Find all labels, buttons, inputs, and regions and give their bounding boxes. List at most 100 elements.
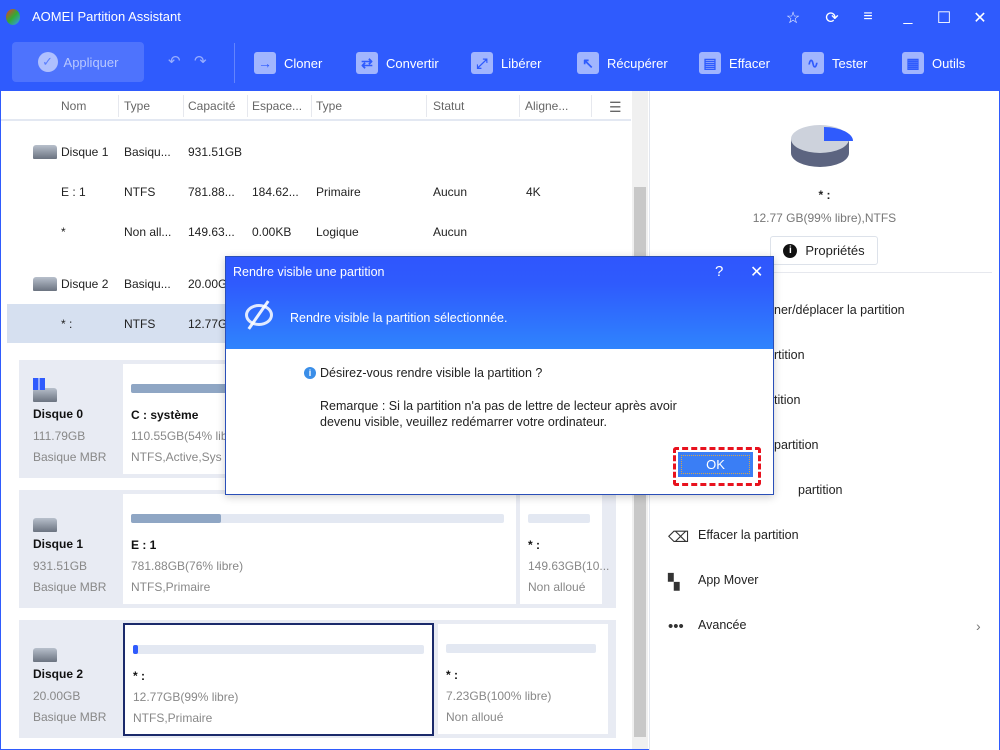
table-cell: Basiqu... <box>124 145 171 159</box>
disk-card[interactable]: Disque 1 931.51GB Basique MBR E : 1 781.… <box>19 490 616 608</box>
table-cell: E : 1 <box>61 185 86 199</box>
free-button[interactable]: ⤢ Libérer <box>471 35 541 91</box>
table-cell: 781.88... <box>188 185 235 199</box>
check-icon: ✓ <box>37 52 58 72</box>
column-header[interactable]: Capacité <box>188 99 235 113</box>
disk-icon <box>33 145 57 159</box>
operation-item[interactable]: ••• Avancée › <box>650 618 999 638</box>
disk-icon <box>33 518 57 532</box>
partition-block[interactable]: * : 12.77GB(99% libre) NTFS,Primaire <box>123 623 434 736</box>
grid-icon: ▦ <box>902 52 924 74</box>
table-cell: * : <box>61 317 73 331</box>
partition-block[interactable]: * : 7.23GB(100% libre) Non alloué <box>438 624 608 734</box>
table-cell: 184.62... <box>252 185 299 199</box>
windows-logo-icon <box>33 378 45 390</box>
column-settings-icon[interactable]: ☰ <box>609 99 622 116</box>
operation-item[interactable]: ▚ App Mover <box>650 573 999 593</box>
operation-label: Avancée <box>698 618 747 632</box>
disk-size: 111.79GB <box>33 429 86 443</box>
partition-fs: Non alloué <box>528 580 586 594</box>
wipe-button[interactable]: ▤ Effacer <box>699 35 770 91</box>
close-icon[interactable]: ✕ <box>970 8 990 28</box>
table-cell: Aucun <box>433 225 468 239</box>
operation-label: partition <box>798 483 843 497</box>
info-icon: i <box>783 243 798 258</box>
recover-button[interactable]: ↖ Récupérer <box>577 35 668 91</box>
properties-button[interactable]: i Propriétés <box>770 236 878 265</box>
dialog-close-icon[interactable]: ✕ <box>750 262 763 282</box>
table-row[interactable]: E : 1 NTFS 781.88... 184.62... Primaire Aucun… <box>1 182 631 202</box>
column-header[interactable]: Type <box>316 99 342 113</box>
table-cell: Primaire <box>316 185 361 199</box>
operation-label: partition <box>774 438 819 452</box>
app-title: AOMEI Partition Assistant <box>32 9 181 24</box>
partition-fs: NTFS,Primaire <box>133 711 213 725</box>
ok-button[interactable]: OK <box>678 452 753 477</box>
convert-button[interactable]: ⇄ Convertir <box>356 35 439 91</box>
disk-icon <box>33 277 57 291</box>
operation-item[interactable]: ⌫ Effacer la partition <box>650 528 999 548</box>
menu-icon[interactable]: ≡ <box>858 8 878 26</box>
table-cell: Disque 1 <box>61 145 109 159</box>
table-cell: NTFS <box>124 317 156 331</box>
pulse-icon: ∿ <box>802 52 824 74</box>
app-mover-icon: ▚ <box>668 574 680 591</box>
chevron-right-icon: › <box>976 618 981 634</box>
tools-button[interactable]: ▦ Outils <box>902 35 965 91</box>
recover-icon: ↖ <box>577 52 599 74</box>
undo-icon[interactable]: ↶ <box>168 52 181 70</box>
partition-fs: NTFS,Active,Sys <box>131 450 222 464</box>
partition-info: 7.23GB(100% libre) <box>446 689 552 703</box>
partition-label: E : 1 <box>131 538 157 552</box>
partition-info: 12.77 GB(99% libre),NTFS <box>752 211 897 225</box>
clone-button[interactable]: → Cloner <box>254 35 322 91</box>
table-row[interactable]: * Non all... 149.63... 0.00KB Logique Aucun <box>1 222 631 242</box>
partition-block[interactable]: * : 149.63GB(10... Non alloué <box>520 494 609 604</box>
table-row[interactable]: Disque 1 Basiqu... 931.51GB <box>1 142 631 162</box>
disk-card[interactable]: Disque 2 20.00GB Basique MBR * : 12.77GB… <box>19 620 616 738</box>
partition-label: * : <box>446 668 458 682</box>
table-cell: 931.51GB <box>188 145 243 159</box>
table-cell: Disque 2 <box>61 277 109 291</box>
partition-info: 781.88GB(76% libre) <box>131 559 244 573</box>
partition-block[interactable]: E : 1 781.88GB(76% libre) NTFS,Primaire <box>123 494 516 604</box>
table-cell: Non all... <box>124 225 172 239</box>
column-header[interactable]: Aligne... <box>525 99 568 113</box>
title-bar: AOMEI Partition Assistant ☆ ⟳ ≡ _ ☐ ✕ <box>0 0 1000 35</box>
disk-icon <box>33 648 57 662</box>
star-icon[interactable]: ☆ <box>783 8 803 28</box>
disk-name: Disque 2 <box>33 667 84 681</box>
unhide-partition-dialog: Rendre visible une partition ? ✕ Rendre … <box>225 256 774 495</box>
redo-icon[interactable]: ↷ <box>194 52 207 70</box>
disk-name: Disque 0 <box>33 407 84 421</box>
table-cell: 0.00KB <box>252 225 292 239</box>
table-cell: 20.00G <box>188 277 228 291</box>
refresh-icon[interactable]: ⟳ <box>822 8 842 28</box>
partition-label: C : système <box>131 408 199 422</box>
partition-info: 12.77GB(99% libre) <box>133 690 239 704</box>
table-cell: * <box>61 225 66 239</box>
column-header[interactable]: Espace... <box>252 99 302 113</box>
table-cell: 149.63... <box>188 225 235 239</box>
apply-button[interactable]: ✓ Appliquer <box>12 42 144 82</box>
minimize-icon[interactable]: _ <box>898 8 918 26</box>
operation-label: App Mover <box>698 573 759 587</box>
disk-size: 20.00GB <box>33 689 81 703</box>
usage-bar <box>131 514 504 523</box>
partition-name: * : <box>818 188 831 202</box>
partition-info: 110.55GB(54% lib <box>131 429 228 443</box>
disk-type: Basique MBR <box>33 710 107 724</box>
column-header[interactable]: Type <box>124 99 150 113</box>
table-cell: Logique <box>316 225 359 239</box>
column-header[interactable]: Statut <box>433 99 464 113</box>
partition-label: * : <box>528 538 540 552</box>
more-icon: ••• <box>668 618 684 635</box>
maximize-icon[interactable]: ☐ <box>934 8 954 28</box>
test-button[interactable]: ∿ Tester <box>802 35 867 91</box>
pie-chart-icon <box>791 125 853 167</box>
disk-type: Basique MBR <box>33 580 107 594</box>
help-icon[interactable]: ? <box>715 263 723 280</box>
eraser-icon: ⌫ <box>668 529 690 546</box>
partition-info: 149.63GB(10... <box>528 559 610 573</box>
column-header[interactable]: Nom <box>61 99 86 113</box>
